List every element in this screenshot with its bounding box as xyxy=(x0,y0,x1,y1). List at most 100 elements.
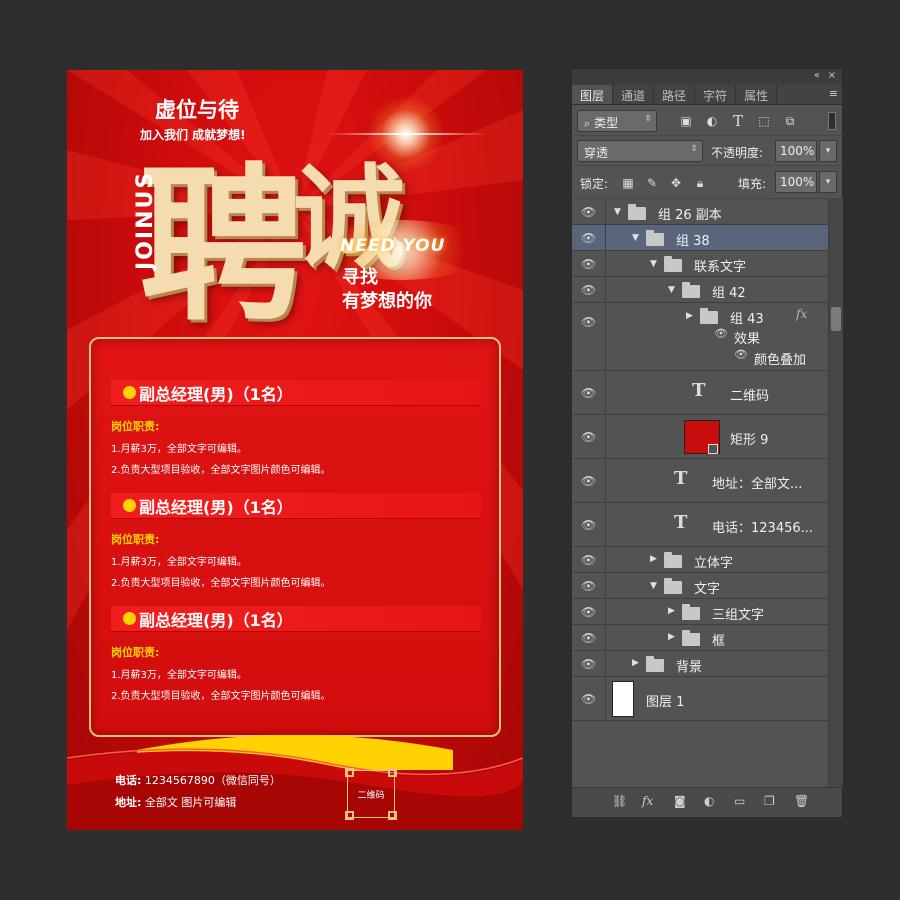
fill-input[interactable]: 100% xyxy=(775,171,817,193)
lock-paint-icon[interactable]: ✎ xyxy=(644,175,660,191)
tab-paths[interactable]: 路径 xyxy=(654,85,696,104)
layer-row[interactable]: 👁︎ ▼ 组 42 xyxy=(572,277,828,303)
visibility-toggle[interactable]: 👁︎ xyxy=(572,459,606,502)
new-group-icon[interactable]: ▭ xyxy=(734,794,745,808)
layer-name: 背景 xyxy=(676,660,703,675)
add-style-icon[interactable]: fx xyxy=(642,794,653,808)
folder-icon xyxy=(682,630,700,646)
layer-name: 组 43 xyxy=(730,312,764,327)
tab-properties[interactable]: 属性 xyxy=(736,85,778,104)
adjustment-filter-icon[interactable]: ◐ xyxy=(704,113,720,129)
visibility-toggle[interactable]: 👁︎ xyxy=(572,599,606,624)
opacity-input[interactable]: 100% xyxy=(775,140,817,162)
eye-icon: 👁︎ xyxy=(581,282,597,297)
blend-mode-select[interactable]: 穿透 ⇳ xyxy=(577,140,703,162)
visibility-toggle[interactable]: 👁︎ xyxy=(572,371,606,414)
layer-row[interactable]: 👁︎ ▼ 文字 xyxy=(572,573,828,599)
layer-name: 组 26 副本 xyxy=(658,208,722,223)
contact-block: 电话: 1234567890（微信同号） 地址: 全部文 图片可编辑 xyxy=(115,772,281,816)
close-icon[interactable]: × xyxy=(828,70,836,81)
lock-transparent-icon[interactable]: ▦ xyxy=(620,175,636,191)
visibility-toggle[interactable]: 👁︎ xyxy=(572,303,606,370)
layer-row[interactable]: 👁︎ ▼ 联系文字 xyxy=(572,251,828,277)
job-duty-line: 1.月薪3万，全部文字可编辑。 xyxy=(111,444,247,455)
folder-icon xyxy=(700,308,718,324)
filter-kind-select[interactable]: ⌕ 类型 ⇳ xyxy=(577,110,657,132)
folder-icon xyxy=(682,282,700,298)
folder-icon xyxy=(664,256,682,272)
layer-row[interactable]: 👁︎ ▶ 三组文字 xyxy=(572,599,828,625)
bullet-dot-icon xyxy=(123,612,136,625)
visibility-toggle[interactable]: 👁︎ xyxy=(572,503,606,546)
address-row: 地址: 全部文 图片可编辑 xyxy=(115,794,281,810)
collapse-arrow-icon[interactable]: ▶ xyxy=(650,554,657,564)
layer-row[interactable]: 👁︎ T 二维码 xyxy=(572,371,828,415)
visibility-toggle[interactable]: 👁︎ xyxy=(572,277,606,302)
visibility-toggle[interactable]: 👁︎ xyxy=(572,677,606,720)
delete-layer-icon[interactable]: 🗑︎ xyxy=(794,794,809,808)
visibility-toggle[interactable]: 👁︎ xyxy=(572,225,606,250)
layer-row[interactable]: 👁︎ ▶ 立体字 xyxy=(572,547,828,573)
poster-need-you: NEED YOU xyxy=(340,236,446,256)
layer-row[interactable]: 👁︎ 矩形 9 xyxy=(572,415,828,459)
expand-arrow-icon[interactable]: ▼ xyxy=(632,233,639,243)
collapse-icon[interactable]: « xyxy=(814,70,820,81)
tab-channels[interactable]: 通道 xyxy=(613,85,655,104)
new-adjustment-icon[interactable]: ◐ xyxy=(704,794,714,808)
opacity-dropdown-icon[interactable]: ▾ xyxy=(819,140,837,162)
fx-icon[interactable]: fx xyxy=(796,307,807,321)
lock-position-icon[interactable]: ✥ xyxy=(668,175,684,191)
effect-eye-icon[interactable]: 👁︎ xyxy=(714,327,728,340)
link-layers-icon[interactable]: ⛓︎ xyxy=(612,794,627,808)
text-filter-icon[interactable]: T xyxy=(730,113,746,129)
effect-item-label: 颜色叠加 xyxy=(754,353,807,368)
filter-toggle[interactable] xyxy=(828,112,836,130)
panel-menu-icon[interactable]: ≡ xyxy=(829,87,838,100)
layer-row[interactable]: 👁︎ ▶ 框 xyxy=(572,625,828,651)
effect-eye-icon[interactable]: 👁︎ xyxy=(734,348,748,361)
scrollbar-thumb[interactable] xyxy=(831,307,841,331)
layer-row[interactable]: 👁︎ ▶ 背景 xyxy=(572,651,828,677)
eye-icon: 👁︎ xyxy=(581,656,597,671)
collapse-arrow-icon[interactable]: ▶ xyxy=(632,658,639,668)
add-mask-icon[interactable]: ◙ xyxy=(674,794,686,808)
poster-big-char-1: 聘 xyxy=(139,148,307,344)
layer-row[interactable]: 👁︎ T 地址：全部文... xyxy=(572,459,828,503)
shape-filter-icon[interactable]: ⬚ xyxy=(756,113,772,129)
collapse-arrow-icon[interactable]: ▶ xyxy=(668,606,675,616)
layer-row[interactable]: 👁︎ 图层 1 xyxy=(572,677,828,721)
tab-character[interactable]: 字符 xyxy=(695,85,737,104)
pixel-filter-icon[interactable]: ▣ xyxy=(678,113,694,129)
address-value: 全部文 图片可编辑 xyxy=(144,796,237,809)
smart-object-filter-icon[interactable]: ⧉ xyxy=(782,113,798,129)
eye-icon: 👁︎ xyxy=(581,385,597,400)
visibility-toggle[interactable]: 👁︎ xyxy=(572,199,606,224)
visibility-toggle[interactable]: 👁︎ xyxy=(572,573,606,598)
tab-layers[interactable]: 图层 xyxy=(572,85,614,104)
visibility-toggle[interactable]: 👁︎ xyxy=(572,415,606,458)
expand-arrow-icon[interactable]: ▼ xyxy=(668,285,675,295)
phone-row: 电话: 1234567890（微信同号） xyxy=(115,772,281,788)
visibility-toggle[interactable]: 👁︎ xyxy=(572,651,606,676)
layer-row-with-effects[interactable]: 👁︎ ▶ 组 43 fx 👁︎ 效果 👁︎ 颜色叠加 xyxy=(572,303,828,371)
job-duty-label: 岗位职责: xyxy=(111,420,160,433)
collapse-arrow-icon[interactable]: ▶ xyxy=(668,632,675,642)
visibility-toggle[interactable]: 👁︎ xyxy=(572,625,606,650)
expand-arrow-icon[interactable]: ▼ xyxy=(650,259,657,269)
layer-row[interactable]: 👁︎ ▼ 组 26 副本 xyxy=(572,199,828,225)
new-layer-icon[interactable]: ❐ xyxy=(764,794,775,808)
collapse-arrow-icon[interactable]: ▶ xyxy=(686,311,693,321)
layer-row[interactable]: 👁︎ T 电话：123456... xyxy=(572,503,828,547)
fill-dropdown-icon[interactable]: ▾ xyxy=(819,171,837,193)
eye-icon: 👁︎ xyxy=(581,256,597,271)
layer-row-selected[interactable]: 👁︎ ▼ 组 38 xyxy=(572,225,828,251)
qr-corner-icon xyxy=(388,768,397,777)
job-title: 副总经理(男)（1名） xyxy=(139,384,293,404)
visibility-toggle[interactable]: 👁︎ xyxy=(572,547,606,572)
layers-scrollbar[interactable] xyxy=(828,199,843,787)
visibility-toggle[interactable]: 👁︎ xyxy=(572,251,606,276)
job-card: 副总经理(男)（1名） 岗位职责: 1.月薪3万，全部文字可编辑。 2.负责大型… xyxy=(89,337,501,737)
expand-arrow-icon[interactable]: ▼ xyxy=(650,581,657,591)
expand-arrow-icon[interactable]: ▼ xyxy=(614,207,621,217)
lock-all-icon[interactable]: 🔒︎ xyxy=(692,175,708,191)
